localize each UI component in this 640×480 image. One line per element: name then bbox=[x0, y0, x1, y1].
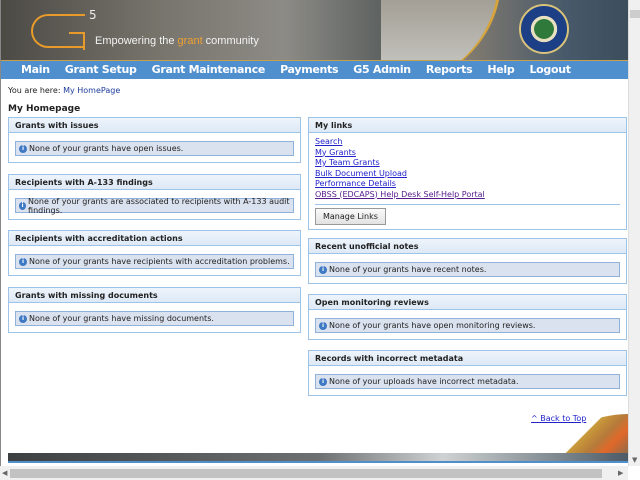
panel-my-links: My links Search My Grants My Team Grants… bbox=[308, 117, 627, 230]
breadcrumb-label: You are here: bbox=[8, 86, 64, 95]
info-message: i None of your uploads have incorrect met… bbox=[315, 374, 620, 389]
info-icon: i bbox=[19, 201, 27, 210]
info-icon: i bbox=[19, 314, 27, 323]
link-my-team-grants[interactable]: My Team Grants bbox=[315, 158, 620, 169]
nav-payments[interactable]: Payments bbox=[280, 61, 338, 79]
scroll-right-arrow-icon[interactable]: ▶ bbox=[618, 469, 623, 477]
breadcrumb: You are here: My HomePage bbox=[8, 86, 120, 95]
links-list: Search My Grants My Team Grants Bulk Doc… bbox=[309, 133, 626, 200]
link-search[interactable]: Search bbox=[315, 137, 620, 148]
info-icon: i bbox=[319, 377, 327, 386]
scroll-down-arrow-icon[interactable]: ▼ bbox=[632, 456, 637, 464]
panel-incorrect-metadata: Records with incorrect metadata i None of… bbox=[308, 350, 627, 396]
tagline-text: Empowering the bbox=[95, 35, 178, 47]
panel-title: Recipients with A-133 findings bbox=[9, 175, 300, 190]
panel-accreditation-actions: Recipients with accreditation actions iN… bbox=[8, 230, 301, 276]
site-header: 5 Empowering the grant community bbox=[1, 0, 628, 60]
page: 5 Empowering the grant community Main Gr… bbox=[0, 0, 628, 466]
message-text: None of your grants have recipients with… bbox=[29, 257, 290, 266]
nav-grant-maintenance[interactable]: Grant Maintenance bbox=[152, 61, 266, 79]
nav-g5-admin[interactable]: G5 Admin bbox=[353, 61, 411, 79]
vertical-scrollbar[interactable]: ▼ bbox=[628, 0, 640, 466]
panel-title: Records with incorrect metadata bbox=[309, 351, 626, 366]
info-icon: i bbox=[19, 144, 27, 153]
message-text: None of your grants have open monitoring… bbox=[329, 321, 536, 330]
footer-banner bbox=[8, 453, 628, 463]
panel-title: Recipients with accreditation actions bbox=[9, 231, 300, 246]
message-text: None of your grants have open issues. bbox=[29, 144, 184, 153]
info-message: i None of your grants have recipients wit… bbox=[15, 254, 294, 269]
message-text: None of your grants have recent notes. bbox=[329, 265, 487, 274]
divider bbox=[315, 204, 620, 205]
back-to-top-link[interactable]: ^ Back to Top bbox=[531, 414, 586, 423]
tagline: Empowering the grant community bbox=[95, 35, 259, 47]
panel-title: My links bbox=[309, 118, 626, 133]
panel-recent-notes: Recent unofficial notes i None of your gr… bbox=[308, 238, 627, 284]
nav-help[interactable]: Help bbox=[487, 61, 514, 79]
panel-missing-documents: Grants with missing documents i None of y… bbox=[8, 287, 301, 333]
info-message: i None of your grants are associated to r… bbox=[15, 196, 294, 215]
info-message: i None of your grants have missing docume… bbox=[15, 311, 294, 326]
nav-main[interactable]: Main bbox=[21, 61, 50, 79]
info-icon: i bbox=[19, 257, 27, 266]
panel-grants-with-issues: Grants with issues i None of your grants … bbox=[8, 117, 301, 163]
panel-title: Grants with issues bbox=[9, 118, 300, 133]
manage-links-button[interactable]: Manage Links bbox=[315, 208, 386, 225]
link-bulk-document-upload[interactable]: Bulk Document Upload bbox=[315, 169, 620, 180]
message-text: None of your grants have missing documen… bbox=[29, 314, 214, 323]
nav-reports[interactable]: Reports bbox=[426, 61, 473, 79]
panel-title: Recent unofficial notes bbox=[309, 239, 626, 254]
panel-title: Grants with missing documents bbox=[9, 288, 300, 303]
panel-monitoring-reviews: Open monitoring reviews i None of your gr… bbox=[308, 294, 627, 340]
page-title: My Homepage bbox=[8, 104, 81, 114]
department-of-education-seal bbox=[519, 4, 569, 54]
info-icon: i bbox=[319, 321, 327, 330]
scroll-left-arrow-icon[interactable]: ◀ bbox=[2, 469, 7, 477]
vertical-scroll-thumb[interactable] bbox=[630, 10, 640, 18]
horizontal-scroll-thumb[interactable] bbox=[10, 469, 602, 478]
info-message: i None of your grants have open issues. bbox=[15, 141, 294, 156]
horizontal-scrollbar[interactable]: ◀ ▶ bbox=[0, 466, 628, 480]
library-banner-image bbox=[381, 0, 501, 60]
info-icon: i bbox=[319, 265, 327, 274]
g5-logo bbox=[31, 14, 85, 50]
message-text: None of your grants are associated to re… bbox=[28, 196, 290, 215]
link-help-desk-portal[interactable]: OBSS (EDCAPS) Help Desk Self-Help Portal bbox=[315, 190, 620, 201]
info-message: i None of your grants have recent notes. bbox=[315, 262, 620, 277]
nav-logout[interactable]: Logout bbox=[529, 61, 571, 79]
info-message: i None of your grants have open monitorin… bbox=[315, 318, 620, 333]
message-text: None of your uploads have incorrect meta… bbox=[329, 377, 519, 386]
tagline-highlight: grant bbox=[177, 35, 203, 47]
logo-superscript: 5 bbox=[89, 8, 97, 22]
link-performance-details[interactable]: Performance Details bbox=[315, 179, 620, 190]
panel-a133-findings: Recipients with A-133 findings i None of … bbox=[8, 174, 301, 220]
link-my-grants[interactable]: My Grants bbox=[315, 148, 620, 159]
tagline-text-end: community bbox=[202, 35, 259, 47]
main-nav: Main Grant Setup Grant Maintenance Payme… bbox=[1, 60, 628, 79]
nav-grant-setup[interactable]: Grant Setup bbox=[65, 61, 137, 79]
breadcrumb-homepage-link[interactable]: My HomePage bbox=[63, 86, 120, 95]
panel-title: Open monitoring reviews bbox=[309, 295, 626, 310]
